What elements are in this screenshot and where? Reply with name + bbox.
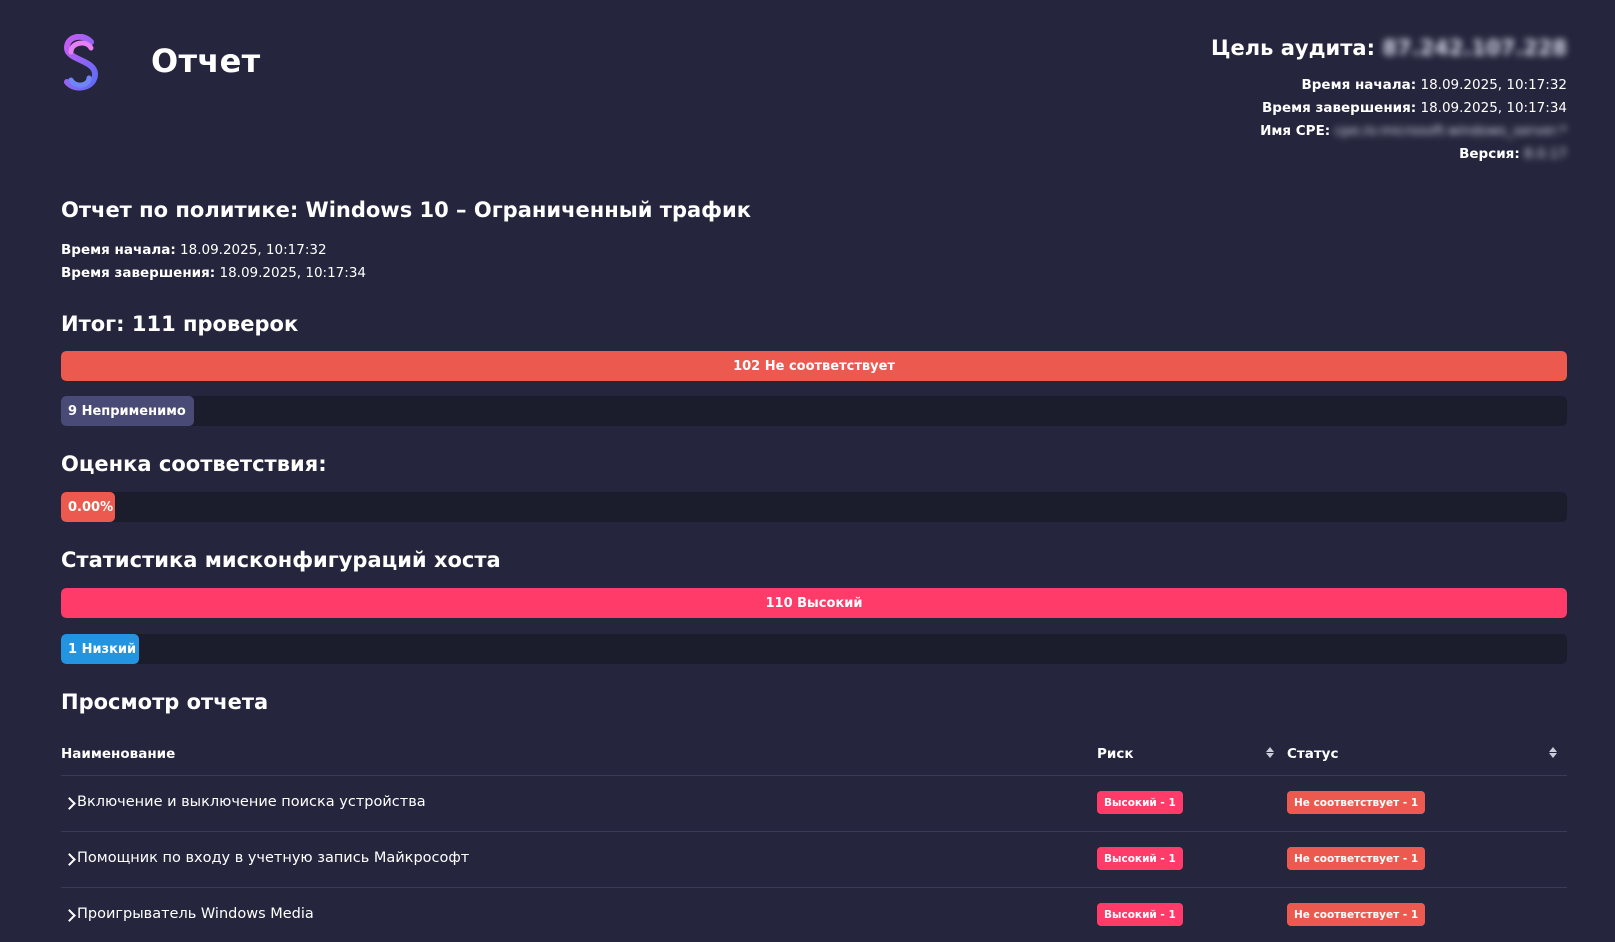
policy-end: Время завершения: 18.09.2025, 10:17:34 — [61, 262, 366, 285]
column-name: Наименование — [61, 746, 176, 762]
meta-version: Версия: 8.0.17 — [1211, 143, 1567, 166]
summary-bar-noncompliant: 102 Не соответствует — [61, 351, 1567, 381]
meta-start-value: 18.09.2025, 10:17:32 — [1420, 77, 1567, 93]
policy-end-value: 18.09.2025, 10:17:34 — [219, 265, 366, 281]
risk-badge: Высокий - 1 — [1097, 791, 1183, 814]
summary-bar-track-notapplicable: 9 Неприменимо — [61, 396, 1567, 426]
policy-start-value: 18.09.2025, 10:17:32 — [180, 242, 327, 258]
status-badge: Не соответствует - 1 — [1287, 847, 1426, 870]
meta-end-value: 18.09.2025, 10:17:34 — [1420, 100, 1567, 116]
policy-end-label: Время завершения: — [61, 265, 216, 281]
sort-icon[interactable] — [1548, 744, 1558, 760]
policy-heading: Отчет по политике: Windows 10 – Ограниче… — [61, 198, 751, 222]
meta-start-label: Время начала: — [1301, 77, 1417, 93]
meta-cpe: Имя CPE: cpe:/o:microsoft:windows_server… — [1211, 120, 1567, 143]
chevron-right-icon[interactable] — [63, 908, 77, 922]
misconfig-heading: Статистика мисконфигураций хоста — [61, 548, 501, 572]
audit-meta: Цель аудита: 87.242.107.228 Время начала… — [1211, 36, 1567, 166]
meta-end-label: Время завершения: — [1262, 100, 1417, 116]
misconfig-bar-high: 110 Высокий — [61, 588, 1567, 618]
risk-badge: Высокий - 1 — [1097, 903, 1183, 926]
table-row[interactable]: Проигрыватель Windows Media Высокий - 1 … — [61, 888, 1567, 942]
compliance-bar: 0.00% — [61, 492, 115, 522]
meta-cpe-value: cpe:/o:microsoft:windows_server:* — [1334, 123, 1568, 139]
report-page: Отчет Цель аудита: 87.242.107.228 Время … — [0, 0, 1615, 942]
misconfig-bar-track-high: 110 Высокий — [61, 588, 1567, 618]
report-heading: Просмотр отчета — [61, 690, 269, 714]
summary-bar-notapplicable: 9 Неприменимо — [61, 396, 194, 426]
table-header: Наименование Риск Статус — [61, 734, 1567, 776]
audit-target-value: 87.242.107.228 — [1382, 36, 1567, 60]
row-name[interactable]: Помощник по входу в учетную запись Майкр… — [77, 850, 469, 866]
policy-start: Время начала: 18.09.2025, 10:17:32 — [61, 239, 327, 262]
misconfig-bar-track-low: 1 Низкий — [61, 634, 1567, 664]
row-name[interactable]: Включение и выключение поиска устройства — [77, 794, 426, 810]
meta-version-value: 8.0.17 — [1524, 146, 1567, 162]
compliance-bar-track: 0.00% — [61, 492, 1567, 522]
compliance-heading: Оценка соответствия: — [61, 452, 327, 476]
meta-end: Время завершения: 18.09.2025, 10:17:34 — [1211, 97, 1567, 120]
column-status[interactable]: Статус — [1287, 746, 1338, 762]
table-row[interactable]: Помощник по входу в учетную запись Майкр… — [61, 832, 1567, 888]
table-row[interactable]: Включение и выключение поиска устройства… — [61, 776, 1567, 832]
report-table: Наименование Риск Статус Включение и вык… — [61, 734, 1567, 942]
sort-icon[interactable] — [1265, 744, 1275, 760]
page-title: Отчет — [151, 42, 261, 80]
misconfig-bar-low: 1 Низкий — [61, 634, 140, 664]
chevron-right-icon[interactable] — [63, 852, 77, 866]
column-risk[interactable]: Риск — [1097, 746, 1134, 762]
summary-bar-track-noncompliant: 102 Не соответствует — [61, 351, 1567, 381]
audit-target-label: Цель аудита: — [1211, 36, 1376, 60]
status-badge: Не соответствует - 1 — [1287, 791, 1426, 814]
policy-start-label: Время начала: — [61, 242, 176, 258]
audit-target: Цель аудита: 87.242.107.228 — [1211, 36, 1567, 60]
summary-heading: Итог: 111 проверок — [61, 312, 299, 336]
meta-version-label: Версия: — [1459, 146, 1520, 162]
risk-badge: Высокий - 1 — [1097, 847, 1183, 870]
row-name[interactable]: Проигрыватель Windows Media — [77, 906, 314, 922]
meta-cpe-label: Имя CPE: — [1260, 123, 1331, 139]
chevron-right-icon[interactable] — [63, 796, 77, 810]
status-badge: Не соответствует - 1 — [1287, 903, 1426, 926]
meta-start: Время начала: 18.09.2025, 10:17:32 — [1211, 74, 1567, 97]
brand-logo-icon — [63, 34, 99, 91]
